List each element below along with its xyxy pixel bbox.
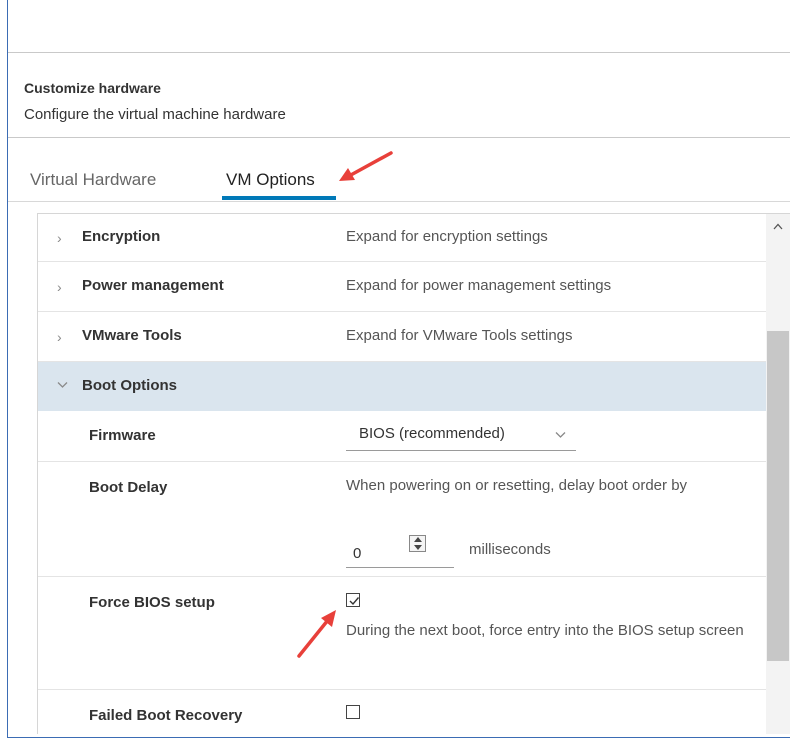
boot-options-label: Boot Options bbox=[82, 377, 177, 394]
dialog-subtitle: Configure the virtual machine hardware bbox=[24, 106, 286, 123]
boot-delay-value: 0 bbox=[353, 545, 362, 562]
firmware-value: BIOS (recommended) bbox=[359, 425, 505, 442]
boot-options-row[interactable]: Boot Options bbox=[38, 362, 766, 411]
boot-delay-description: When powering on or resetting, delay boo… bbox=[346, 477, 688, 494]
boot-delay-row: Boot Delay When powering on or resetting… bbox=[38, 462, 766, 577]
divider bbox=[8, 201, 790, 202]
power-management-row[interactable]: › Power management Expand for power mana… bbox=[38, 262, 766, 312]
boot-delay-unit: milliseconds bbox=[469, 541, 551, 558]
stepper-up-icon[interactable] bbox=[414, 537, 422, 542]
power-management-description: Expand for power management settings bbox=[346, 277, 612, 294]
failed-boot-recovery-label: Failed Boot Recovery bbox=[89, 707, 243, 724]
divider bbox=[8, 137, 790, 138]
chevron-right-icon: › bbox=[57, 279, 62, 295]
stepper-down-icon[interactable] bbox=[414, 545, 422, 550]
boot-delay-stepper[interactable] bbox=[409, 535, 426, 552]
firmware-select[interactable]: BIOS (recommended) bbox=[346, 419, 576, 451]
force-bios-checkbox[interactable] bbox=[346, 593, 360, 607]
chevron-right-icon: › bbox=[57, 329, 62, 345]
force-bios-row: Force BIOS setup During the next boot, f… bbox=[38, 577, 766, 690]
tab-vm-options[interactable]: VM Options bbox=[226, 170, 315, 190]
chevron-down-icon bbox=[555, 432, 566, 438]
vmware-tools-description: Expand for VMware Tools settings bbox=[346, 327, 573, 344]
scrollbar[interactable] bbox=[766, 214, 790, 734]
chevron-down-icon bbox=[57, 382, 68, 388]
encryption-row[interactable]: › Encryption Expand for encryption setti… bbox=[38, 214, 766, 262]
force-bios-label: Force BIOS setup bbox=[89, 594, 215, 611]
divider bbox=[8, 52, 790, 53]
boot-delay-label: Boot Delay bbox=[89, 479, 168, 496]
encryption-description: Expand for encryption settings bbox=[346, 228, 548, 245]
firmware-label: Firmware bbox=[89, 427, 156, 444]
failed-boot-recovery-row: Failed Boot Recovery bbox=[38, 690, 766, 734]
chevron-right-icon: › bbox=[57, 230, 62, 246]
vm-options-panel: › Encryption Expand for encryption setti… bbox=[37, 213, 790, 734]
scrollbar-thumb[interactable] bbox=[767, 331, 789, 661]
tab-virtual-hardware[interactable]: Virtual Hardware bbox=[30, 170, 156, 190]
active-tab-indicator bbox=[222, 196, 336, 200]
boot-delay-input[interactable]: 0 bbox=[346, 540, 454, 568]
caret-up-icon[interactable] bbox=[773, 223, 783, 230]
firmware-row: Firmware BIOS (recommended) bbox=[38, 411, 766, 462]
power-management-label: Power management bbox=[82, 277, 224, 294]
encryption-label: Encryption bbox=[82, 228, 161, 245]
vmware-tools-label: VMware Tools bbox=[82, 327, 182, 344]
failed-boot-recovery-checkbox[interactable] bbox=[346, 705, 360, 719]
dialog-title: Customize hardware bbox=[24, 80, 161, 96]
force-bios-description: During the next boot, force entry into t… bbox=[346, 622, 744, 639]
vmware-tools-row[interactable]: › VMware Tools Expand for VMware Tools s… bbox=[38, 312, 766, 362]
checkmark-icon bbox=[349, 597, 360, 606]
